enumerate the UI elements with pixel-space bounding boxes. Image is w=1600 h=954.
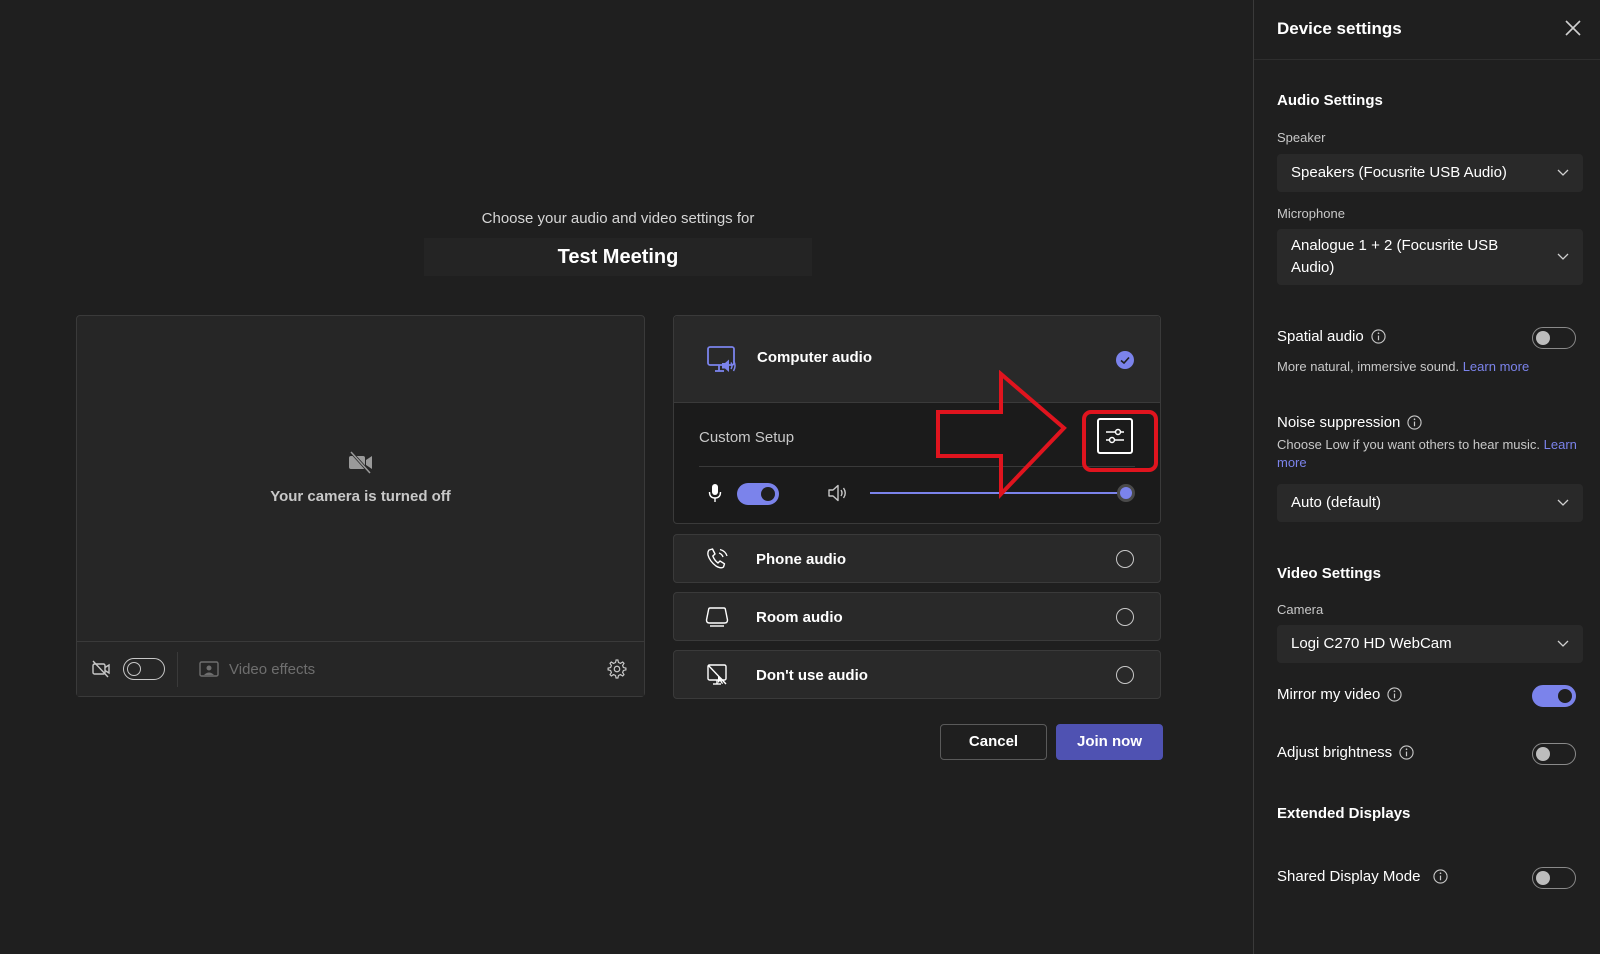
spatial-audio-label: Spatial audio	[1277, 328, 1364, 345]
spatial-audio-desc-text: More natural, immersive sound.	[1277, 359, 1460, 374]
mirror-video-label: Mirror my video	[1277, 686, 1381, 703]
shared-display-label: Shared Display Mode	[1277, 868, 1421, 885]
speaker-volume-track[interactable]	[870, 492, 1126, 494]
chevron-down-icon	[1557, 499, 1569, 506]
computer-audio-label: Computer audio	[757, 349, 872, 366]
spatial-audio-toggle[interactable]	[1532, 327, 1576, 349]
noise-suppression-dropdown[interactable]: Auto (default)	[1277, 484, 1583, 522]
phone-audio-label: Phone audio	[756, 551, 846, 568]
preview-stage: Your camera is turned off	[77, 316, 644, 642]
toggle-knob	[1536, 870, 1550, 885]
spatial-audio-row: Spatial audio	[1277, 328, 1386, 345]
camera-label: Camera	[1277, 602, 1324, 617]
toggle-knob	[127, 661, 141, 676]
computer-audio-icon	[707, 346, 736, 372]
computer-audio-option[interactable]: Computer audio	[674, 316, 1160, 403]
info-icon[interactable]	[1371, 329, 1386, 344]
prejoin-screen: Choose your audio and video settings for…	[0, 0, 1252, 954]
speaker-volume-thumb[interactable]	[1117, 484, 1135, 502]
adjust-brightness-row: Adjust brightness	[1277, 744, 1414, 761]
camera-off-small-icon	[92, 660, 110, 678]
microphone-dropdown[interactable]: Analogue 1 + 2 (Focusrite USB Audio)	[1277, 229, 1583, 285]
room-audio-label: Room audio	[756, 609, 843, 626]
video-effects-icon	[199, 661, 219, 677]
chevron-down-icon	[1557, 640, 1569, 647]
room-audio-option[interactable]: Room audio	[673, 592, 1161, 641]
close-icon[interactable]	[1564, 19, 1582, 37]
noise-suppression-label: Noise suppression	[1277, 414, 1401, 431]
no-audio-label: Don't use audio	[756, 667, 868, 684]
camera-value: Logi C270 HD WebCam	[1291, 635, 1452, 652]
spatial-audio-description: More natural, immersive sound. Learn mor…	[1277, 358, 1583, 376]
shared-display-toggle[interactable]	[1532, 867, 1576, 889]
phone-icon	[707, 548, 728, 569]
microphone-value: Analogue 1 + 2 (Focusrite USB Audio)	[1291, 237, 1499, 276]
audio-settings-button[interactable]	[1097, 418, 1133, 454]
spatial-audio-learn-more-link[interactable]: Learn more	[1463, 359, 1529, 374]
custom-setup-divider	[699, 466, 1135, 467]
phone-audio-option[interactable]: Phone audio	[673, 534, 1161, 583]
phone-audio-radio[interactable]	[1116, 550, 1134, 568]
chevron-down-icon	[1557, 253, 1569, 260]
cancel-button[interactable]: Cancel	[940, 724, 1047, 760]
preview-toolbar: Video effects	[77, 641, 644, 696]
info-icon[interactable]	[1407, 415, 1423, 430]
toggle-knob	[1558, 688, 1572, 703]
custom-setup-label: Custom Setup	[699, 429, 795, 446]
video-effects-button[interactable]: Video effects	[199, 658, 315, 680]
mirror-video-row: Mirror my video	[1277, 686, 1402, 703]
no-audio-radio[interactable]	[1116, 666, 1134, 684]
shared-display-row: Shared Display Mode	[1277, 868, 1449, 885]
speaker-dropdown[interactable]: Speakers (Focusrite USB Audio)	[1277, 154, 1583, 192]
chevron-down-icon	[1557, 169, 1569, 176]
no-audio-option[interactable]: Don't use audio	[673, 650, 1161, 699]
device-settings-panel: Device settings Audio Settings Speaker S…	[1253, 0, 1600, 954]
microphone-icon	[708, 484, 722, 502]
toggle-knob	[1536, 330, 1550, 345]
no-audio-icon	[707, 664, 727, 685]
info-icon[interactable]	[1387, 687, 1402, 702]
mirror-video-toggle[interactable]	[1532, 685, 1576, 707]
microphone-label: Microphone	[1277, 206, 1345, 221]
camera-off-icon	[349, 450, 372, 474]
room-audio-radio[interactable]	[1116, 608, 1134, 626]
sliders-icon	[1106, 428, 1124, 444]
noise-suppression-description: Choose Low if you want others to hear mu…	[1277, 436, 1583, 472]
speaker-label: Speaker	[1277, 130, 1326, 145]
camera-dropdown[interactable]: Logi C270 HD WebCam	[1277, 625, 1583, 663]
video-settings-heading: Video Settings	[1277, 565, 1381, 582]
video-preview: Your camera is turned off Video effects	[76, 315, 645, 697]
prejoin-subtitle: Choose your audio and video settings for	[481, 210, 755, 227]
selected-check-icon	[1116, 351, 1134, 369]
room-speaker-icon	[705, 607, 729, 627]
meeting-title: Test Meeting	[424, 238, 812, 276]
audio-settings-heading: Audio Settings	[1277, 92, 1383, 109]
camera-off-message: Your camera is turned off	[270, 488, 451, 505]
panel-header: Device settings	[1254, 0, 1600, 60]
noise-suppression-value: Auto (default)	[1291, 494, 1382, 511]
adjust-brightness-label: Adjust brightness	[1277, 744, 1393, 761]
extended-displays-heading: Extended Displays	[1277, 805, 1411, 822]
toggle-knob	[1536, 746, 1550, 761]
noise-desc-text: Choose Low if you want others to hear mu…	[1277, 437, 1541, 452]
camera-toggle[interactable]	[123, 658, 165, 680]
info-icon[interactable]	[1433, 869, 1449, 884]
toolbar-divider	[177, 652, 178, 687]
adjust-brightness-toggle[interactable]	[1532, 743, 1576, 765]
toggle-knob	[761, 487, 775, 501]
panel-title: Device settings	[1277, 19, 1402, 38]
video-effects-label: Video effects	[229, 660, 316, 678]
join-now-button[interactable]: Join now	[1056, 724, 1163, 760]
speaker-value: Speakers (Focusrite USB Audio)	[1291, 164, 1507, 181]
microphone-toggle[interactable]	[737, 483, 779, 505]
speaker-icon	[828, 484, 846, 502]
noise-suppression-row: Noise suppression	[1277, 414, 1423, 431]
gear-icon[interactable]	[606, 658, 628, 680]
computer-audio-card: Computer audio Custom Setup	[673, 315, 1161, 524]
info-icon[interactable]	[1399, 745, 1414, 760]
